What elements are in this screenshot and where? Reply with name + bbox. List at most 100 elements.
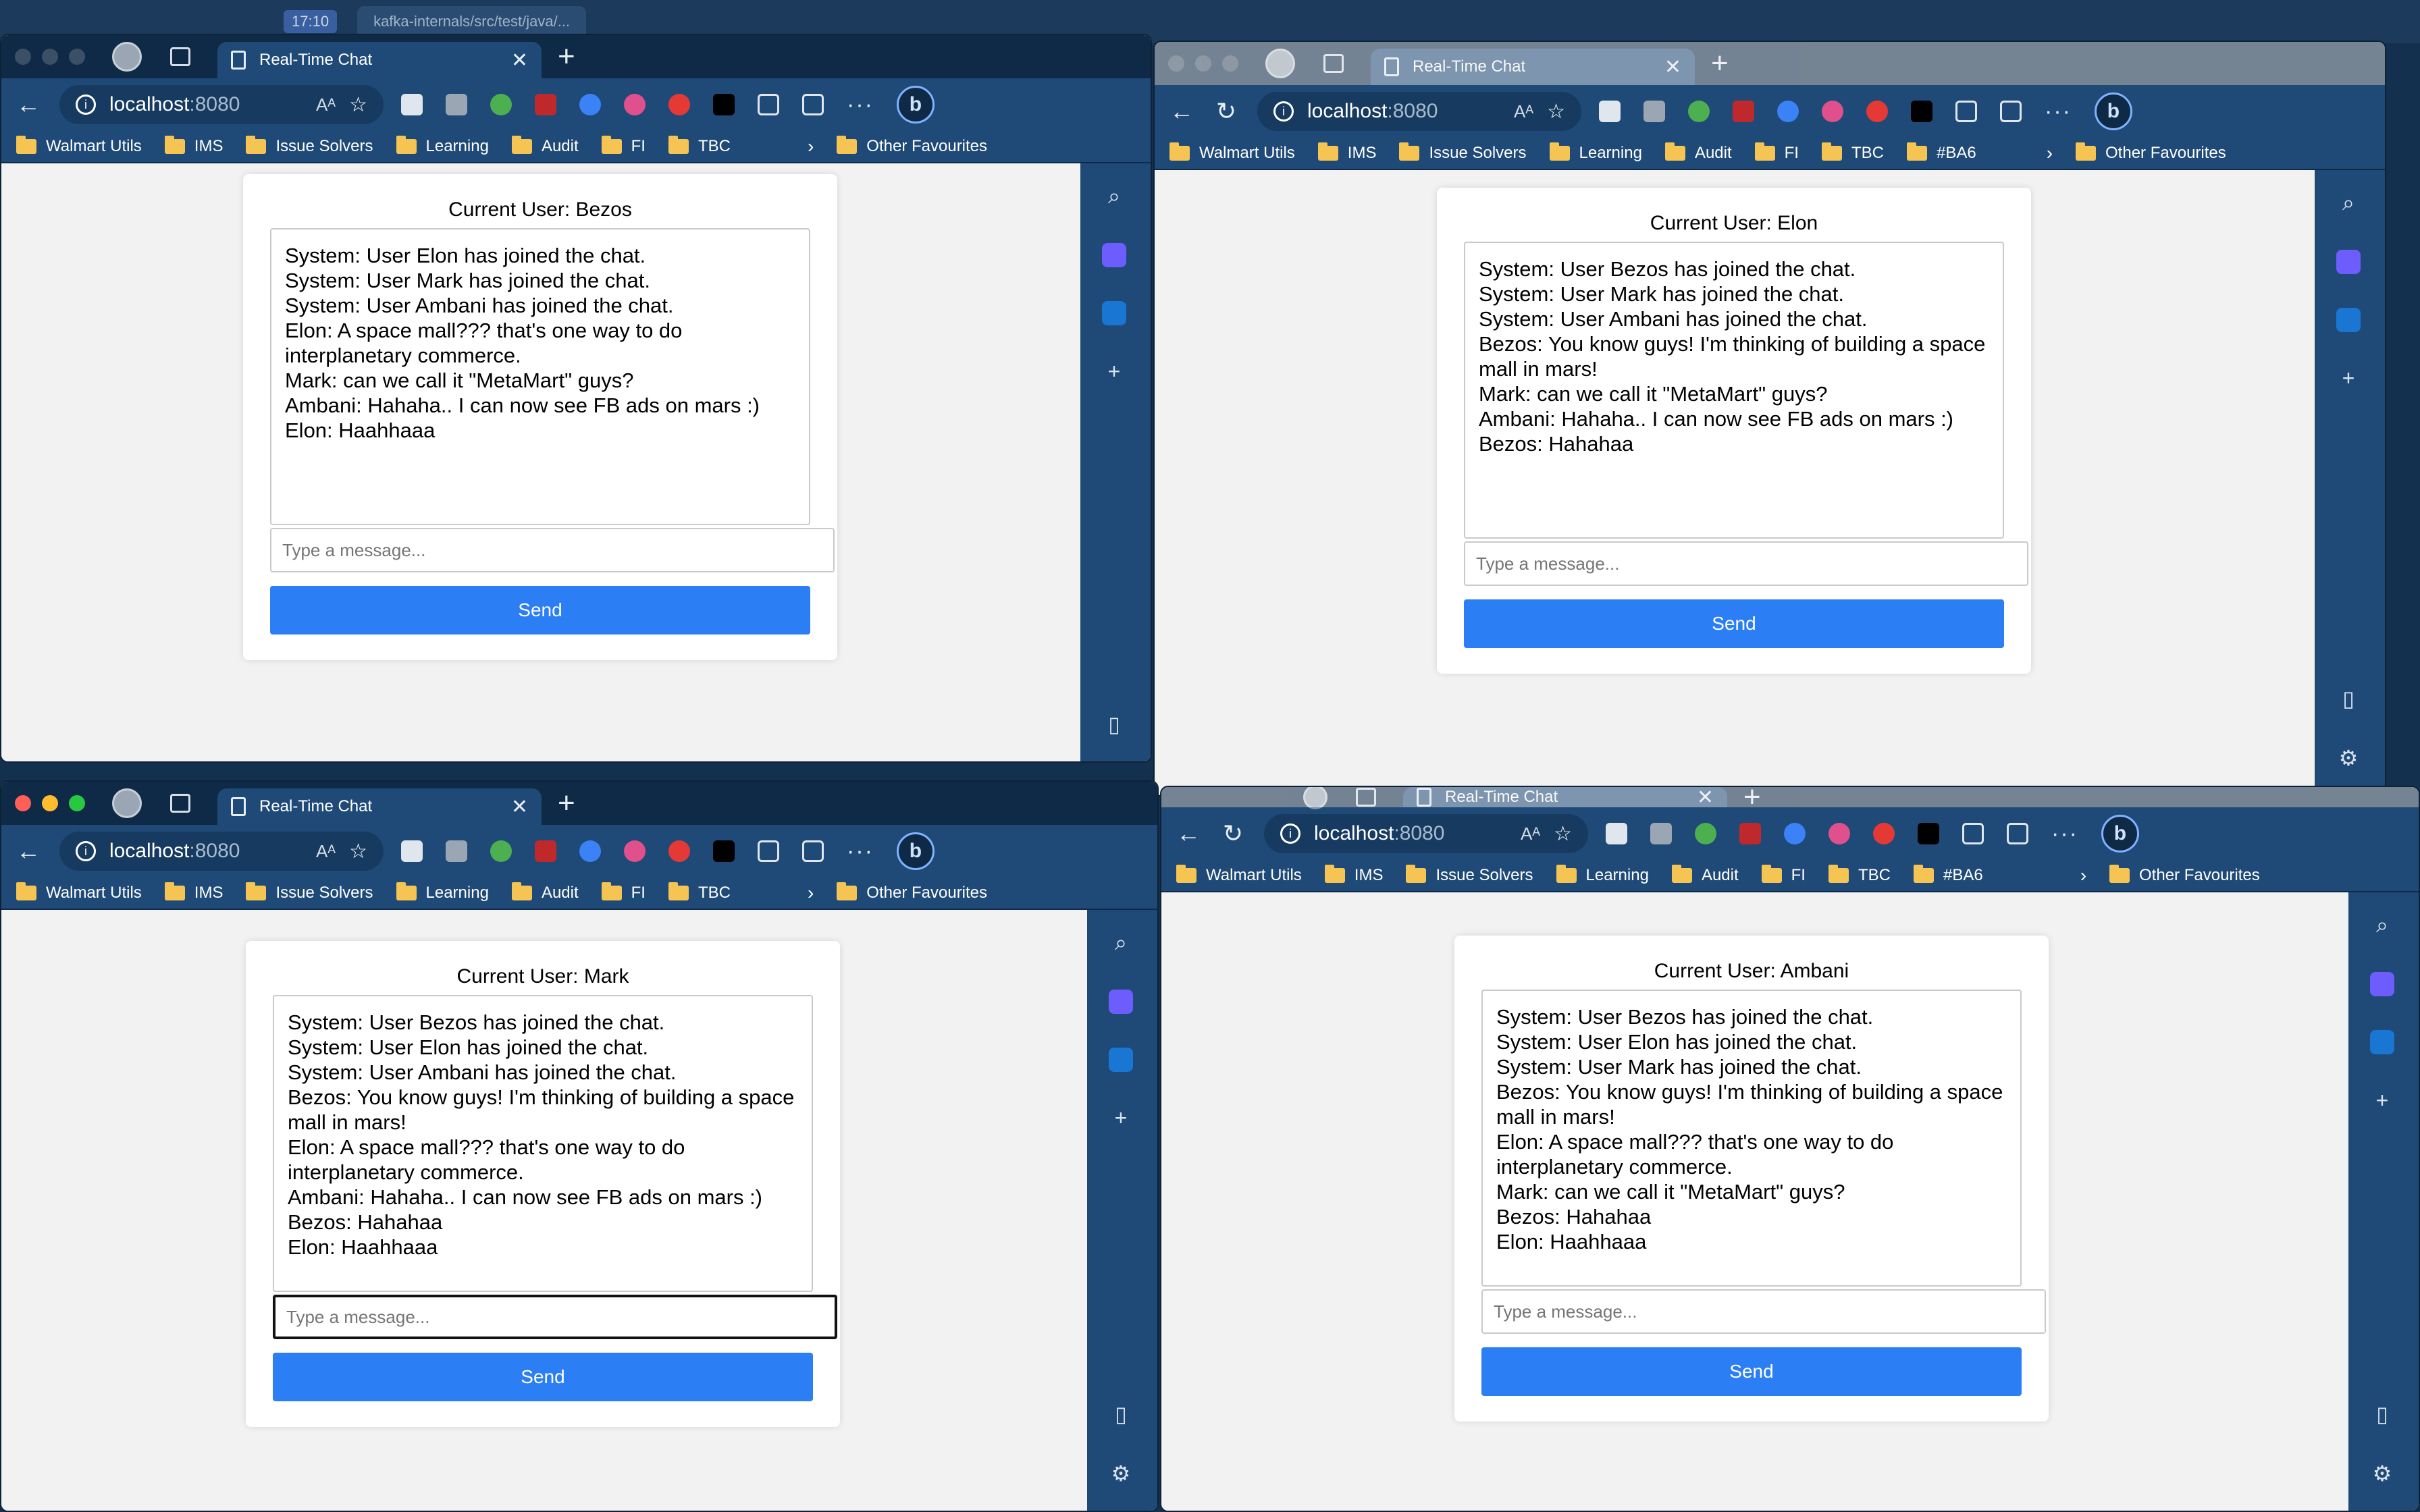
back-button[interactable]: ← <box>1175 819 1202 848</box>
favorite-star-icon[interactable]: ☆ <box>1554 822 1572 846</box>
message-list[interactable]: System: User Bezos has joined the chat. … <box>273 995 813 1292</box>
bookmark-other-favourites[interactable]: Other Favourites <box>837 882 987 902</box>
tab-real-time-chat[interactable]: Real-Time Chat ✕ <box>217 42 542 78</box>
bookmark-fi[interactable]: FI <box>601 136 646 156</box>
bookmarks-chevron-icon[interactable]: › <box>808 136 814 157</box>
zoom-window-button[interactable] <box>69 49 85 65</box>
bookmark-learning[interactable]: Learning <box>1556 865 1649 885</box>
bookmarks-chevron-icon[interactable]: › <box>2080 865 2086 886</box>
info-icon[interactable]: i <box>76 841 96 861</box>
profile-icon[interactable] <box>1265 49 1295 78</box>
copilot-sidebar-icon[interactable] <box>2336 250 2361 274</box>
bookmark-other-favourites[interactable]: Other Favourites <box>837 136 987 156</box>
read-aloud-icon[interactable]: Aᴬ <box>316 841 336 862</box>
qr-extension-icon[interactable] <box>401 840 423 862</box>
send-button[interactable]: Send <box>1464 599 2004 648</box>
outlook-icon[interactable] <box>1102 301 1126 325</box>
bookmark-tbc[interactable]: TBC <box>1821 142 1884 163</box>
bookmark-walmart-utils[interactable]: Walmart Utils <box>1176 865 1302 885</box>
tab-real-time-chat[interactable]: Real-Time Chat ✕ <box>1403 787 1727 809</box>
calendar-extension-icon[interactable] <box>446 840 467 862</box>
info-icon[interactable]: i <box>76 94 96 115</box>
zoom-window-button[interactable] <box>69 795 85 811</box>
calendar-extension-icon[interactable] <box>446 94 467 115</box>
bookmark-fi[interactable]: FI <box>1761 865 1806 885</box>
new-tab-button[interactable]: + <box>558 40 575 74</box>
close-tab-icon[interactable]: ✕ <box>511 795 528 819</box>
info-icon[interactable]: i <box>1273 101 1294 122</box>
send-button[interactable]: Send <box>270 586 810 634</box>
puzzle-extensions-icon[interactable] <box>1955 101 1977 122</box>
read-aloud-icon[interactable]: Aᴬ <box>316 94 336 115</box>
split-screen-icon[interactable] <box>2007 823 2028 844</box>
settings-gear-icon[interactable]: ⚙ <box>2339 745 2359 771</box>
settings-gear-icon[interactable]: ⚙ <box>1111 1461 1131 1486</box>
bookmark-ba6[interactable]: #BA6 <box>1913 865 1983 885</box>
pdf-extension-icon[interactable] <box>535 94 556 115</box>
copilot-icon[interactable]: b <box>2094 92 2132 130</box>
read-aloud-icon[interactable]: Aᴬ <box>1514 101 1533 122</box>
close-tab-icon[interactable]: ✕ <box>1697 787 1714 809</box>
copilot-sidebar-icon[interactable] <box>1102 243 1126 267</box>
tab-actions-icon[interactable] <box>170 47 190 66</box>
tab-actions-icon[interactable] <box>170 794 190 813</box>
more-icon[interactable]: ··· <box>2045 99 2072 125</box>
favorite-star-icon[interactable]: ☆ <box>349 840 367 863</box>
search-icon[interactable]: ⌕ <box>1108 184 1120 209</box>
copilot-sidebar-icon[interactable] <box>1109 990 1133 1014</box>
sidebar-toggle-icon[interactable]: ▯ <box>1108 711 1120 737</box>
more-icon[interactable]: ··· <box>847 838 874 865</box>
bookmark-tbc[interactable]: TBC <box>668 882 731 902</box>
bookmark-other-favourites[interactable]: Other Favourites <box>2109 865 2260 885</box>
medium-extension-icon[interactable] <box>1911 101 1932 122</box>
close-tab-icon[interactable]: ✕ <box>1664 55 1681 79</box>
search-icon[interactable]: ⌕ <box>2342 190 2355 216</box>
message-input[interactable] <box>1464 541 2028 586</box>
pdf-extension-icon[interactable] <box>1739 823 1761 844</box>
qr-extension-icon[interactable] <box>1599 101 1621 122</box>
sidebar-toggle-icon[interactable]: ▯ <box>2342 686 2355 711</box>
message-list[interactable]: System: User Bezos has joined the chat. … <box>1481 990 2022 1287</box>
bookmark-walmart-utils[interactable]: Walmart Utils <box>16 882 142 902</box>
bookmark-walmart-utils[interactable]: Walmart Utils <box>1169 142 1295 163</box>
color-extension-icon[interactable] <box>1784 823 1806 844</box>
medium-extension-icon[interactable] <box>713 94 735 115</box>
favorite-star-icon[interactable]: ☆ <box>349 93 367 117</box>
copilot-icon[interactable]: b <box>2101 815 2139 853</box>
message-input[interactable] <box>273 1295 837 1339</box>
add-sidebar-icon[interactable]: + <box>1115 1106 1128 1131</box>
bookmark-learning[interactable]: Learning <box>396 136 489 156</box>
minimize-window-button[interactable] <box>1195 55 1211 72</box>
profile-icon[interactable] <box>112 42 142 72</box>
search-icon[interactable]: ⌕ <box>2376 913 2388 938</box>
calendar-extension-icon[interactable] <box>1650 823 1672 844</box>
reload-button[interactable]: ↻ <box>1219 819 1246 848</box>
green-extension-icon[interactable] <box>1695 823 1716 844</box>
bookmarks-chevron-icon[interactable]: › <box>808 882 814 904</box>
zoom-window-button[interactable] <box>1222 55 1238 72</box>
medium-extension-icon[interactable] <box>713 840 735 862</box>
close-window-button[interactable] <box>15 795 31 811</box>
pdf-extension-icon[interactable] <box>1733 101 1754 122</box>
bookmark-learning[interactable]: Learning <box>1549 142 1642 163</box>
stop-extension-icon[interactable] <box>668 840 690 862</box>
bookmark-fi[interactable]: FI <box>601 882 646 902</box>
outlook-icon[interactable] <box>2336 308 2361 332</box>
more-icon[interactable]: ··· <box>2051 821 2078 847</box>
minimize-window-button[interactable] <box>42 795 58 811</box>
sidebar-toggle-icon[interactable]: ▯ <box>1115 1401 1127 1427</box>
copilot-sidebar-icon[interactable] <box>2370 972 2394 996</box>
outlook-icon[interactable] <box>1109 1048 1133 1072</box>
brain-extension-icon[interactable] <box>1822 101 1843 122</box>
stop-extension-icon[interactable] <box>1873 823 1895 844</box>
address-bar[interactable]: i localhost:8080 Aᴬ ☆ <box>59 832 384 871</box>
new-tab-button[interactable]: + <box>558 786 575 820</box>
sidebar-toggle-icon[interactable]: ▯ <box>2376 1401 2388 1427</box>
bookmark-ba6[interactable]: #BA6 <box>1906 142 1976 163</box>
close-window-button[interactable] <box>1168 55 1184 72</box>
address-bar[interactable]: i localhost:8080 Aᴬ ☆ <box>59 85 384 124</box>
green-extension-icon[interactable] <box>490 840 512 862</box>
message-input[interactable] <box>1481 1289 2046 1334</box>
green-extension-icon[interactable] <box>490 94 512 115</box>
bookmark-tbc[interactable]: TBC <box>1828 865 1891 885</box>
